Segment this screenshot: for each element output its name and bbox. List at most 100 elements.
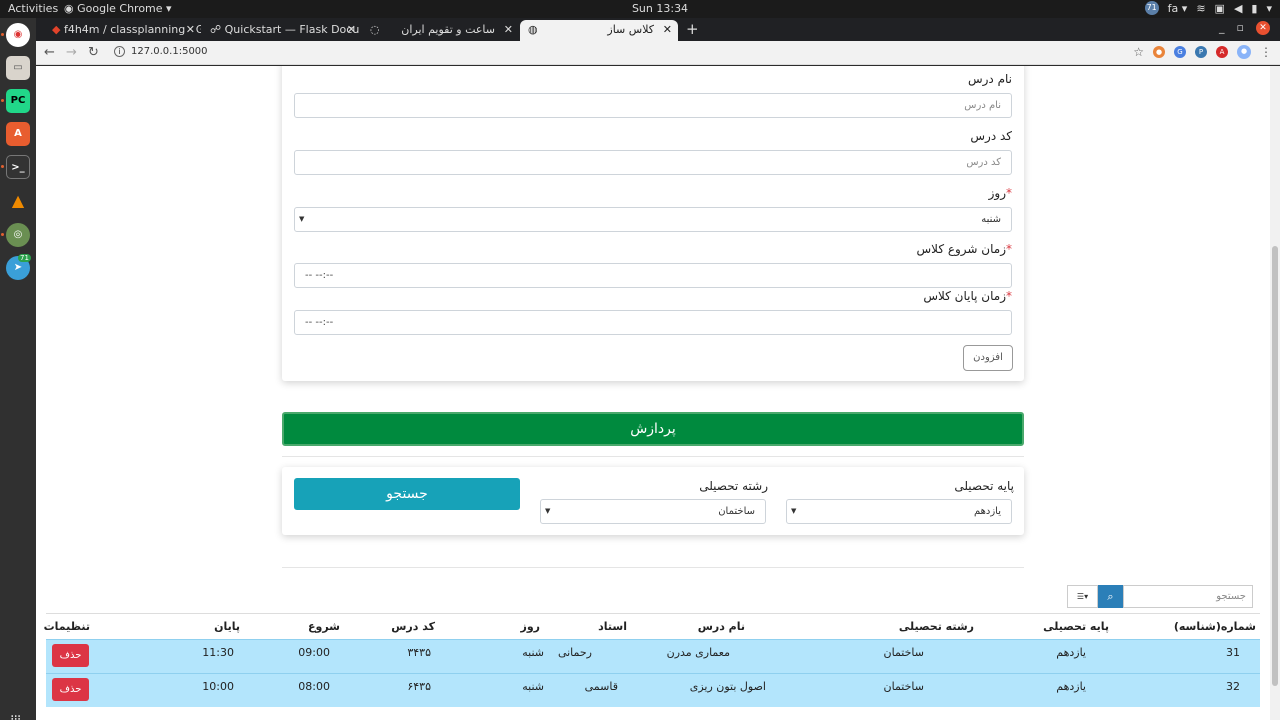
cell-grade: یازدهم <box>1056 646 1086 659</box>
android-studio-dock-icon[interactable]: ◎ <box>6 223 30 247</box>
table-search-input[interactable]: جستجو <box>1123 585 1253 608</box>
terminal-dock-icon[interactable]: >_ <box>6 155 30 179</box>
app-menu[interactable]: ◉ Google Chrome ▾ <box>64 2 172 15</box>
day-select[interactable]: ▼ شنبه <box>294 207 1012 232</box>
pycharm-label: PC <box>10 95 26 106</box>
adblock-icon[interactable]: A <box>1216 46 1228 58</box>
back-icon[interactable]: ← <box>44 45 55 60</box>
translate-icon[interactable]: G <box>1174 46 1186 58</box>
add-button[interactable]: افزودن <box>963 345 1013 371</box>
cell-start: 08:00 <box>298 680 330 693</box>
minimize-icon[interactable]: _ <box>1219 21 1225 35</box>
search-button[interactable]: جستجو <box>294 478 520 510</box>
delete-button[interactable]: حذف <box>52 644 89 667</box>
column-header-name[interactable]: نام درس <box>698 620 745 633</box>
omnibox[interactable]: i 127.0.0.1:5000 <box>114 46 208 57</box>
page-scrollbar[interactable] <box>1270 66 1280 720</box>
cell-end: 10:00 <box>202 680 234 693</box>
tab-label: Quickstart — Flask Docu <box>224 23 360 36</box>
cell-id: 31 <box>1226 646 1240 659</box>
globe-icon: ◍ <box>528 23 538 36</box>
column-header-code[interactable]: کد درس <box>391 620 435 633</box>
close-icon[interactable]: ✕ <box>504 23 513 36</box>
files-dock-icon[interactable]: ▭ <box>6 56 30 80</box>
tab-class-builder[interactable]: کلاس ساز ✕ ◍ <box>520 20 678 41</box>
maximize-icon[interactable]: ▫ <box>1237 21 1244 35</box>
course-name-label: نام درس <box>967 72 1012 86</box>
window-close-icon[interactable]: ✕ <box>1256 21 1270 35</box>
chrome-menu-icon[interactable]: ⋮ <box>1260 45 1272 59</box>
tab-label: کلاس ساز <box>607 23 654 36</box>
language-indicator[interactable]: fa ▾ <box>1168 2 1188 15</box>
column-header-day[interactable]: روز <box>520 620 540 633</box>
delete-button[interactable]: حذف <box>52 678 89 701</box>
system-tray[interactable]: 71 fa ▾ ≋ ▣ ◀ ▮ ▾ <box>1144 1 1272 15</box>
start-time-label: *زمان شروع کلاس <box>917 242 1012 256</box>
show-applications-icon[interactable]: ⁞⁞⁞ <box>10 713 21 720</box>
tab-github[interactable]: ◆ f4h4m / classplanning · G ✕ <box>44 20 201 41</box>
gitlab-icon: ◆ <box>52 23 61 36</box>
close-icon[interactable]: ✕ <box>186 23 195 36</box>
notification-badge[interactable]: 71 <box>1144 1 1159 15</box>
python-icon[interactable]: P <box>1195 46 1207 58</box>
window-controls: _ ▫ ✕ <box>1219 21 1270 35</box>
cell-field: ساختمان <box>883 646 924 659</box>
telegram-badge: 71 <box>18 254 31 262</box>
tab-strip: ◆ f4h4m / classplanning · G ✕ ☍ Quicksta… <box>36 18 1280 41</box>
power-icon: ▾ <box>1266 1 1272 15</box>
table-row[interactable]: 31 یازدهم ساختمان معماری مدرن رحمانی شنب… <box>46 639 1260 673</box>
tab-iran-calendar[interactable]: ساعت و تقویم ایران ✕ ◌ <box>364 20 519 41</box>
column-header-teacher[interactable]: استاد <box>598 620 627 633</box>
day-label-text: روز <box>988 186 1006 200</box>
start-time-input[interactable]: -- --:-- <box>294 263 1012 288</box>
cell-day: شنبه <box>522 646 544 659</box>
pycharm-dock-icon[interactable]: PC <box>6 89 30 113</box>
course-code-input[interactable]: کد درس <box>294 150 1012 175</box>
end-time-input[interactable]: -- --:-- <box>294 310 1012 335</box>
dock: ◉ ▭ PC A >_ ▲ ◎ ➤ 71 ⁞⁞⁞ <box>0 18 36 720</box>
chrome-dock-icon[interactable]: ◉ <box>6 23 30 47</box>
bookmark-star-icon[interactable]: ☆ <box>1133 45 1144 59</box>
column-header-start[interactable]: شروع <box>308 620 340 633</box>
course-name-input[interactable]: نام درس <box>294 93 1012 118</box>
columns-toggle-button[interactable]: ☰▾ <box>1067 585 1098 608</box>
table-row[interactable]: 32 یازدهم ساختمان اصول بتون ریزی قاسمی ش… <box>46 673 1260 707</box>
cell-name: اصول بتون ریزی <box>689 680 766 693</box>
extensions-area: ☆ ● G P A ● ⋮ <box>1133 45 1272 59</box>
field-label: رشته تحصیلی <box>699 479 768 493</box>
running-indicator <box>1 233 4 236</box>
search-icon[interactable]: ⌕ <box>1098 585 1123 608</box>
system-top-bar: Activities ◉ Google Chrome ▾ Sun 13:34 7… <box>0 0 1280 18</box>
field-select[interactable]: ▼ ساختمان <box>540 499 766 524</box>
scrollbar-thumb[interactable] <box>1272 246 1278 686</box>
forward-icon[interactable]: → <box>66 45 77 60</box>
close-icon[interactable]: ✕ <box>347 23 356 36</box>
clock[interactable]: Sun 13:34 <box>620 2 700 15</box>
new-tab-icon[interactable]: + <box>686 20 699 38</box>
grade-select[interactable]: ▼ یازدهم <box>786 499 1012 524</box>
vlc-dock-icon[interactable]: ▲ <box>6 189 30 213</box>
running-indicator <box>1 99 4 102</box>
reload-icon[interactable]: ↻ <box>88 45 99 60</box>
tab-flask-quickstart[interactable]: ☍ Quickstart — Flask Docu ✕ <box>202 20 362 41</box>
activities-button[interactable]: Activities <box>8 2 58 15</box>
profile-avatar[interactable]: ● <box>1237 45 1251 59</box>
close-icon[interactable]: ✕ <box>663 23 672 36</box>
process-button[interactable]: پردازش <box>282 412 1024 446</box>
chrome-icon: ◉ <box>64 2 74 15</box>
column-header-id[interactable]: شماره(شناسه) <box>1174 620 1256 633</box>
cell-start: 09:00 <box>298 646 330 659</box>
info-icon[interactable]: i <box>114 46 125 57</box>
extension-orange-icon[interactable]: ● <box>1153 46 1165 58</box>
running-indicator <box>1 33 4 36</box>
start-time-label-text: زمان شروع کلاس <box>916 242 1006 256</box>
globe-icon: ◌ <box>370 23 380 36</box>
software-center-dock-icon[interactable]: A <box>6 122 30 146</box>
column-header-end[interactable]: پایان <box>214 620 240 633</box>
column-header-field[interactable]: رشته تحصیلی <box>899 620 974 633</box>
field-select-value: ساختمان <box>718 506 755 517</box>
cell-code: ۳۴۳۵ <box>407 646 431 659</box>
grade-label: پایه تحصیلی <box>954 479 1014 493</box>
column-header-grade[interactable]: پایه تحصیلی <box>1043 620 1109 633</box>
column-header-settings[interactable]: تنظیمات <box>44 620 90 633</box>
